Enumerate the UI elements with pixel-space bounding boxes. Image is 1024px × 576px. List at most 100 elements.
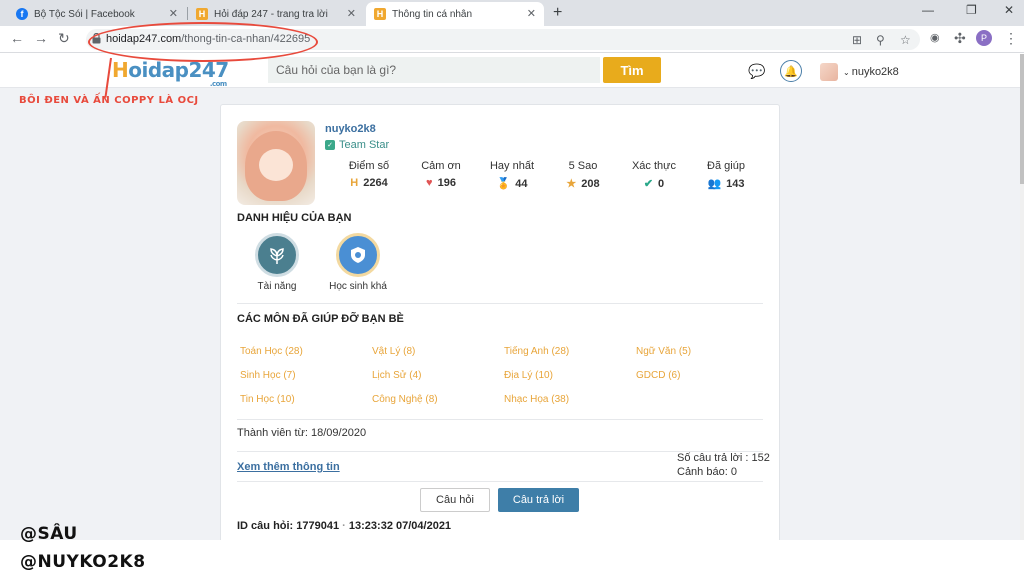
forward-button[interactable]: → (34, 30, 48, 46)
question-id[interactable]: ID câu hỏi: 1779041 (237, 520, 339, 532)
subject-link[interactable]: Toán Học (28) (240, 346, 303, 357)
subject-link[interactable]: Công Nghệ (8) (372, 394, 438, 405)
subject-link[interactable]: Tiếng Anh (28) (504, 346, 569, 357)
member-since: Thành viên từ: 18/09/2020 (237, 427, 367, 439)
search-input[interactable] (268, 57, 600, 83)
logo-suffix: .com (209, 80, 227, 88)
search-button[interactable]: Tìm (603, 57, 661, 83)
close-icon[interactable]: ✕ (527, 7, 536, 20)
titles-heading: DANH HIỆU CỦA BẠN (237, 212, 352, 224)
annotation-text: BÔI ĐEN VÀ ẤN COPPY LÀ OCJ (19, 95, 199, 106)
profile-avatar[interactable]: P (976, 30, 992, 46)
people-icon: 👥 (707, 178, 722, 190)
title-name: Học sinh khá (329, 281, 387, 292)
header-username: nuyko2k8 (851, 66, 899, 78)
separator-dot: · (342, 520, 349, 532)
translate-icon[interactable]: ⊞ (852, 33, 862, 47)
close-icon[interactable]: ✕ (347, 7, 356, 20)
subject-link[interactable]: GDCD (6) (636, 370, 680, 381)
warning-count: Cảnh báo: 0 (677, 466, 737, 478)
extension-icon[interactable]: ◉ (930, 31, 940, 44)
subject-link[interactable]: Vật Lý (8) (372, 346, 415, 357)
logo-h: H (112, 58, 129, 82)
hoidap-favicon: H (196, 8, 208, 20)
stat-label: Xác thực (631, 160, 677, 172)
shield-badge-icon (336, 233, 380, 277)
stat-value: 143 (726, 177, 745, 190)
extensions-puzzle-icon[interactable]: ✣ (954, 30, 966, 47)
menu-kebab-icon[interactable]: ⋮ (1004, 30, 1018, 47)
stat-value: 0 (658, 177, 665, 190)
subject-link[interactable]: Lịch Sử (4) (372, 370, 422, 381)
chevron-down-icon: ⌄ (843, 67, 850, 77)
chat-icon[interactable]: 💬 (746, 60, 768, 82)
stat-value: 2264 (363, 177, 388, 189)
answers-tab-button[interactable]: Câu trả lời (498, 488, 579, 512)
questions-tab-button[interactable]: Câu hỏi (420, 488, 490, 512)
answer-stats: Số câu trả lời : 152 Cảnh báo: 0 (677, 451, 770, 479)
subject-link[interactable]: Tin Học (10) (240, 394, 295, 405)
hoidap-favicon: H (374, 8, 386, 20)
title-badge-talent[interactable]: Tài năng (237, 233, 317, 292)
zoom-icon[interactable]: ⚲ (876, 33, 885, 47)
title-badge-good-student[interactable]: Học sinh khá (318, 233, 398, 292)
bookmark-star-icon[interactable]: ☆ (900, 33, 911, 47)
profile-username[interactable]: nuyko2k8 (325, 123, 376, 135)
page-scrollbar[interactable] (1020, 54, 1024, 540)
profile-avatar-image (237, 121, 315, 205)
stat-label: Cảm ơn (421, 160, 461, 172)
scrollbar-thumb[interactable] (1020, 54, 1024, 184)
subject-link[interactable]: Nhạc Họa (38) (504, 394, 569, 405)
tab-profile[interactable]: H Thông tin cá nhân ✕ (366, 2, 544, 26)
score-icon: H (350, 177, 359, 189)
stat-label: Đã giúp (707, 160, 745, 172)
stat-thanks: Cảm ơn ♥ 196 (406, 160, 476, 189)
tab-facebook[interactable]: f Bộ Tộc Sói | Facebook ✕ (8, 2, 186, 26)
tab-title: Thông tin cá nhân (392, 8, 473, 20)
watermark-line2: @NUYKO2K8 (20, 552, 146, 572)
profile-card: nuyko2k8 ✓ Team Star Điểm số H 2264 Cảm ơn… (220, 104, 780, 540)
star-icon: ★ (566, 178, 577, 190)
stat-label: Điểm số (348, 160, 390, 172)
watermark-strip: @SÂU @NUYKO2K8 (0, 524, 1024, 576)
subject-link[interactable]: Địa Lý (10) (504, 370, 553, 381)
user-menu[interactable]: ⌄ nuyko2k8 (820, 63, 899, 81)
more-info-link[interactable]: Xem thêm thông tin (237, 461, 340, 473)
stat-verified: Xác thực ✔ 0 (619, 160, 689, 190)
back-button[interactable]: ← (10, 30, 24, 46)
facebook-icon: f (16, 8, 28, 20)
question-id-row: ID câu hỏi: 1779041 · 13:23:32 07/04/202… (237, 520, 451, 532)
subject-link[interactable]: Ngữ Văn (5) (636, 346, 691, 357)
rank-icon: ✓ (325, 140, 335, 150)
tab-title: Hỏi đáp 247 - trang tra lời (214, 8, 328, 20)
divider (237, 303, 763, 304)
subjects-heading: CÁC MÔN ĐÃ GIÚP ĐỠ BẠN BÈ (237, 313, 404, 325)
stat-value: 208 (581, 177, 600, 190)
new-tab-button[interactable]: + (553, 4, 562, 22)
leaf-badge-icon (255, 233, 299, 277)
stat-value: 196 (437, 177, 456, 189)
title-name: Tài năng (257, 281, 297, 292)
maximize-button[interactable]: ❐ (966, 3, 977, 17)
stat-label: Hay nhất (489, 160, 535, 172)
minimize-button[interactable]: — (922, 3, 934, 17)
close-icon[interactable]: ✕ (169, 7, 178, 20)
stat-score: Điểm số H 2264 (334, 160, 404, 189)
rank-label: Team Star (339, 139, 390, 151)
window-close-button[interactable]: ✕ (1004, 3, 1014, 17)
profile-rank: ✓ Team Star (325, 139, 389, 151)
bell-icon[interactable]: 🔔 (780, 60, 802, 82)
watermark-line1: @SÂU (20, 524, 78, 544)
subject-link[interactable]: Sinh Học (7) (240, 370, 296, 381)
reload-button[interactable]: ↻ (58, 30, 70, 47)
check-icon: ✔ (643, 178, 654, 190)
answer-count: Số câu trả lời : 152 (677, 452, 770, 464)
tab-title: Bộ Tộc Sói | Facebook (34, 8, 135, 20)
annotation-ellipse (88, 22, 318, 62)
stat-value: 44 (515, 177, 528, 190)
avatar-face (259, 149, 293, 181)
divider (237, 419, 763, 420)
stat-five-star: 5 Sao ★ 208 (548, 160, 618, 190)
browser-tabstrip: f Bộ Tộc Sói | Facebook ✕ H Hỏi đáp 247 … (0, 0, 1024, 26)
stat-helped: Đã giúp 👥 143 (691, 160, 761, 190)
